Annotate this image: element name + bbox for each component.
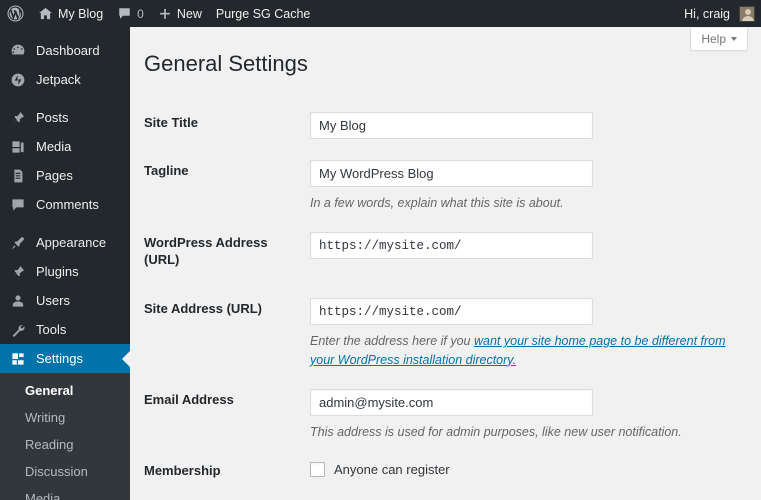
- anyone-can-register-label: Anyone can register: [334, 462, 450, 478]
- wordpress-logo-icon: [7, 5, 24, 22]
- settings-sliders-icon: [9, 350, 27, 368]
- comment-bubble-icon: [117, 6, 132, 21]
- membership-label: Membership: [144, 463, 221, 479]
- tagline-label: Tagline: [144, 163, 189, 179]
- account-menu[interactable]: Hi, craig: [677, 0, 761, 27]
- help-tab-button[interactable]: Help: [690, 28, 748, 51]
- menu-spacer-top: [0, 27, 130, 36]
- site-address-label: Site Address (URL): [144, 301, 262, 317]
- submenu-item-writing[interactable]: Writing: [0, 405, 130, 432]
- plus-icon: [158, 7, 172, 21]
- sidebar-item-label: Dashboard: [36, 43, 100, 58]
- sidebar-item-label: Plugins: [36, 264, 79, 279]
- field-row-membership: Membership Anyone can register: [130, 449, 761, 494]
- email-address-label: Email Address: [144, 391, 234, 407]
- wrench-icon: [9, 321, 27, 339]
- help-tab-label: Help: [701, 32, 726, 46]
- comments-menu[interactable]: 0: [110, 0, 151, 27]
- site-address-input[interactable]: [310, 298, 593, 326]
- site-address-cell: Enter the address here if you want your …: [310, 287, 761, 374]
- membership-cell: Anyone can register: [310, 449, 761, 481]
- user-icon: [9, 292, 27, 310]
- sidebar-item-dashboard[interactable]: Dashboard: [0, 36, 130, 65]
- chevron-down-icon: [731, 37, 737, 41]
- admin-sidebar-menu: Dashboard Jetpack Posts Media Pages Comm…: [0, 27, 130, 500]
- purge-cache-label: Purge SG Cache: [215, 6, 311, 21]
- site-title-cell: [310, 101, 761, 143]
- email-address-input[interactable]: [310, 388, 593, 416]
- sidebar-item-label: Jetpack: [36, 72, 81, 87]
- comment-bubble-icon: [9, 196, 27, 214]
- site-title-label: Site Title: [144, 114, 198, 130]
- menu-separator-2: [0, 219, 130, 228]
- sidebar-item-plugins[interactable]: Plugins: [0, 257, 130, 286]
- submenu-item-discussion[interactable]: Discussion: [0, 459, 130, 486]
- tagline-input[interactable]: [310, 160, 593, 188]
- wordpress-logo-menu[interactable]: [0, 0, 31, 27]
- tagline-description: In a few words, explain what this site i…: [310, 196, 564, 211]
- field-row-wordpress-address: WordPress Address (URL): [130, 221, 761, 283]
- sidebar-item-settings[interactable]: Settings: [0, 344, 130, 373]
- sidebar-item-label: Posts: [36, 110, 69, 125]
- field-row-email-address: Email Address This address is used for a…: [130, 378, 761, 446]
- sidebar-item-label: Pages: [36, 168, 73, 183]
- admin-bar: My Blog 0 New Purge SG Cache Hi, craig: [0, 0, 761, 27]
- site-name-label: My Blog: [58, 6, 104, 21]
- new-content-label: New: [176, 6, 202, 21]
- settings-submenu: General Writing Reading Discussion Media…: [0, 373, 130, 500]
- page-title: General Settings: [144, 51, 308, 76]
- sidebar-item-comments[interactable]: Comments: [0, 190, 130, 219]
- site-address-description-text: Enter the address here if you: [310, 334, 474, 349]
- email-address-cell: This address is used for admin purposes,…: [310, 378, 761, 446]
- pages-icon: [9, 167, 27, 185]
- general-settings-form: Site Title Tagline In a few words, expla…: [130, 83, 761, 500]
- anyone-can-register-checkbox[interactable]: [310, 462, 325, 478]
- sidebar-item-label: Tools: [36, 322, 67, 337]
- dashboard-icon: [9, 42, 27, 60]
- tagline-cell: In a few words, explain what this site i…: [310, 149, 761, 217]
- sidebar-item-jetpack[interactable]: Jetpack: [0, 65, 130, 94]
- paintbrush-icon: [9, 234, 27, 252]
- field-row-site-address: Site Address (URL) Enter the address her…: [130, 287, 761, 374]
- submenu-item-media[interactable]: Media: [0, 486, 130, 500]
- field-row-site-title: Site Title: [130, 101, 761, 146]
- media-icon: [9, 138, 27, 156]
- jetpack-icon: [9, 71, 27, 89]
- home-icon: [38, 6, 53, 21]
- field-row-tagline: Tagline In a few words, explain what thi…: [130, 149, 761, 217]
- wordpress-address-label: WordPress Address (URL): [144, 235, 268, 268]
- submenu-item-reading[interactable]: Reading: [0, 432, 130, 459]
- anyone-can-register-row[interactable]: Anyone can register: [310, 462, 751, 478]
- greeting-label: Hi, craig: [684, 6, 730, 21]
- comments-count: 0: [137, 6, 144, 21]
- avatar: [739, 5, 755, 22]
- new-content-menu[interactable]: New: [151, 0, 209, 27]
- plug-icon: [9, 263, 27, 281]
- sidebar-item-label: Media: [36, 139, 72, 154]
- menu-separator-1: [0, 94, 130, 103]
- wordpress-address-cell: [310, 221, 761, 263]
- sidebar-item-label: Comments: [36, 197, 99, 212]
- site-address-description: Enter the address here if you want your …: [310, 332, 730, 370]
- sidebar-item-tools[interactable]: Tools: [0, 315, 130, 344]
- site-title-input[interactable]: [310, 111, 593, 139]
- wordpress-address-input[interactable]: [310, 232, 593, 260]
- sidebar-item-label: Users: [36, 293, 70, 308]
- email-address-description: This address is used for admin purposes,…: [310, 424, 682, 439]
- sidebar-item-appearance[interactable]: Appearance: [0, 228, 130, 257]
- sidebar-item-posts[interactable]: Posts: [0, 103, 130, 132]
- main-content: Help General Settings Site Title Tagline…: [130, 27, 761, 500]
- pin-icon: [9, 109, 27, 127]
- purge-cache-menu[interactable]: Purge SG Cache: [209, 0, 318, 27]
- sidebar-item-label: Appearance: [36, 235, 107, 250]
- sidebar-item-pages[interactable]: Pages: [0, 161, 130, 190]
- sidebar-item-label: Settings: [36, 351, 83, 366]
- sidebar-item-users[interactable]: Users: [0, 286, 130, 315]
- submenu-item-general[interactable]: General: [0, 378, 130, 405]
- sidebar-item-media[interactable]: Media: [0, 132, 130, 161]
- site-name-menu[interactable]: My Blog: [31, 0, 110, 27]
